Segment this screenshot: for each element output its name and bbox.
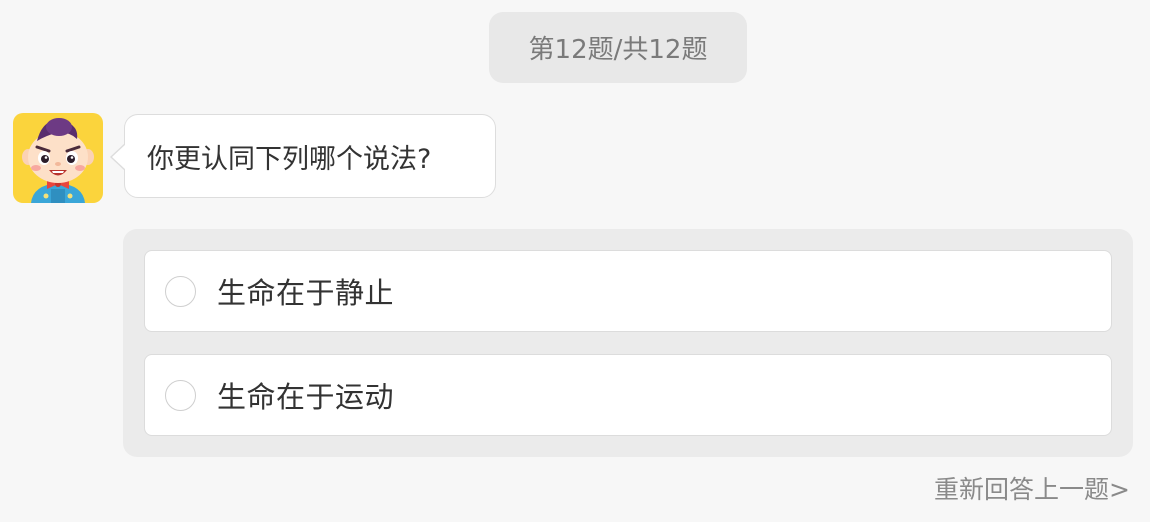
question-bubble: 你更认同下列哪个说法?: [124, 114, 496, 198]
answer-option[interactable]: 生命在于运动: [144, 354, 1112, 436]
question-progress-indicator: 第12题/共12题: [489, 12, 747, 83]
avatar: [13, 113, 103, 203]
radio-button[interactable]: [165, 379, 196, 411]
answer-option-label: 生命在于运动: [217, 380, 395, 414]
answer-option-label: 生命在于静止: [217, 276, 395, 310]
redo-previous-question-link[interactable]: 重新回答上一题>: [934, 470, 1130, 506]
cartoon-boy-avatar-icon: [13, 113, 103, 203]
answer-option[interactable]: 生命在于静止: [144, 250, 1112, 332]
question-text: 你更认同下列哪个说法?: [147, 143, 432, 175]
radio-button[interactable]: [165, 275, 196, 307]
speech-bubble-tail-fill: [112, 144, 126, 170]
progress-text: 第12题/共12题: [528, 35, 708, 65]
answer-options-panel: 生命在于静止 生命在于运动: [123, 229, 1133, 457]
